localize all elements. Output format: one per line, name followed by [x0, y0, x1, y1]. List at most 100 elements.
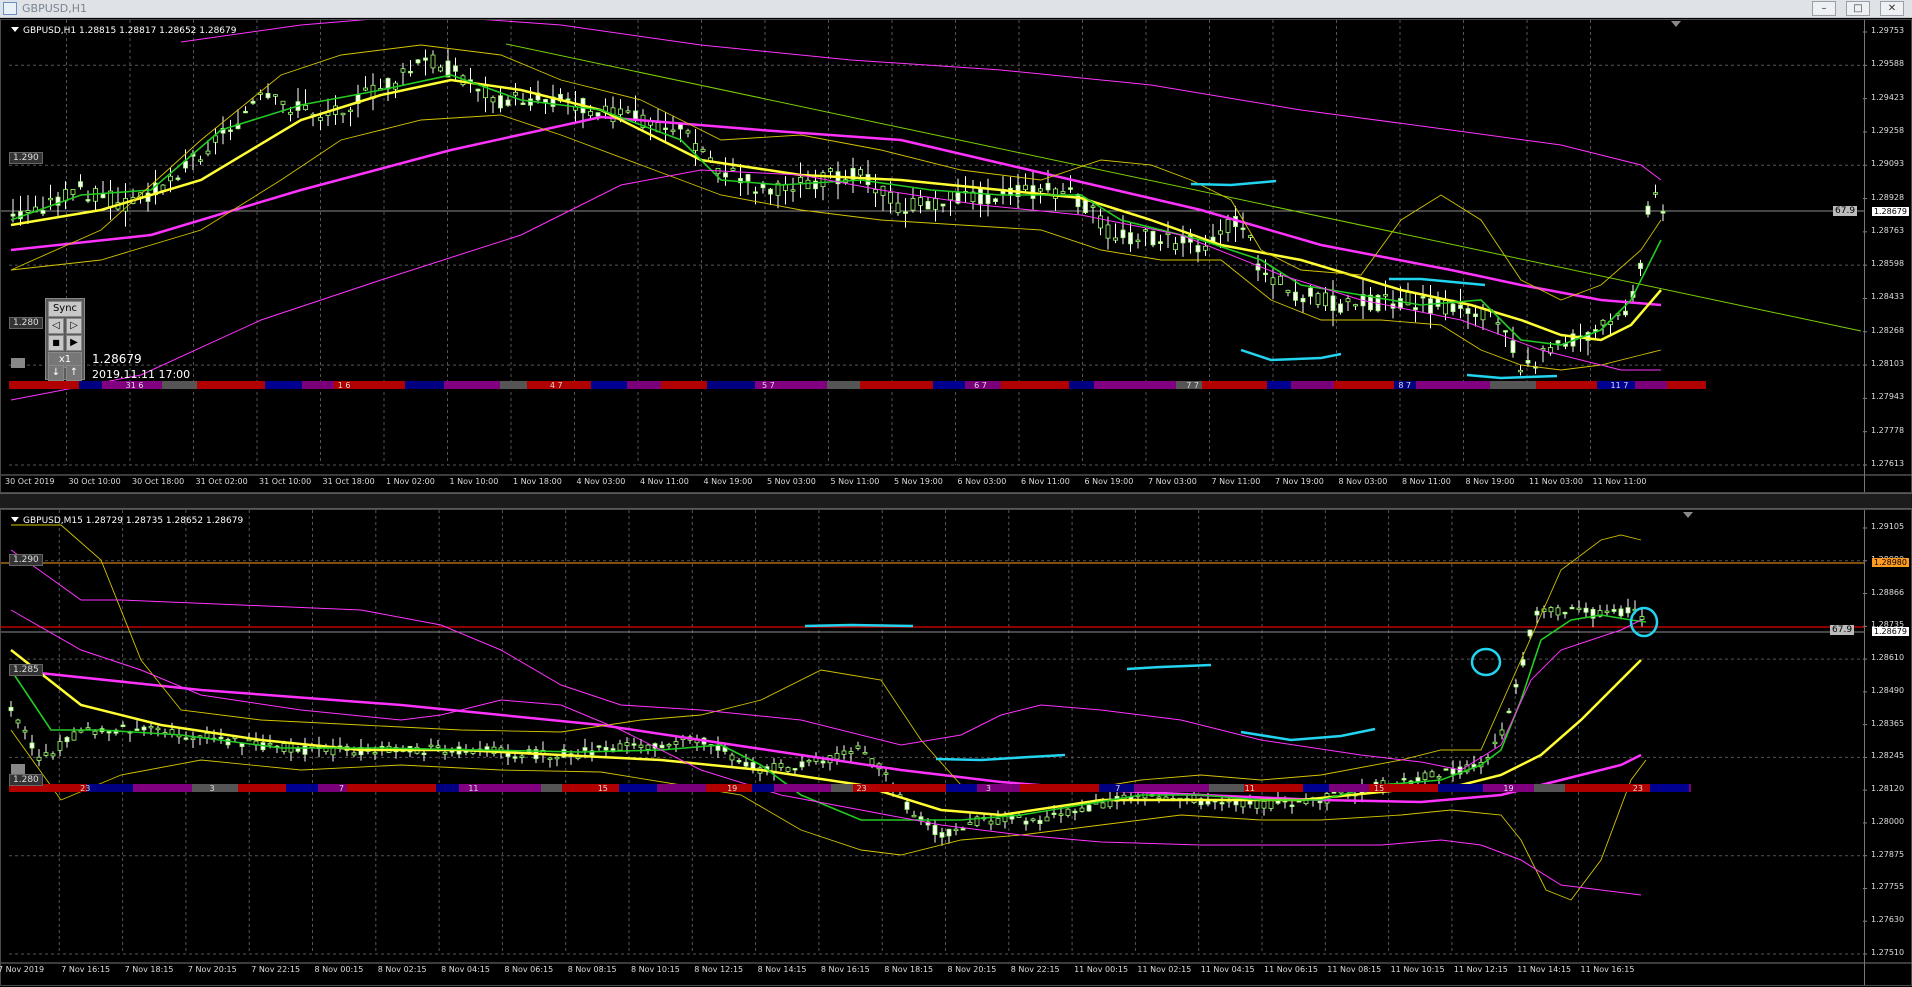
- time-label: 30 Oct 10:00: [68, 477, 121, 486]
- price-label: 1.29258: [1871, 125, 1905, 135]
- h1-candle: [535, 80, 541, 104]
- h1-candle: [175, 175, 181, 182]
- m15-candle: [1065, 807, 1071, 818]
- sync-button[interactable]: Sync: [48, 301, 82, 317]
- price-label: 1.28866: [1871, 587, 1905, 597]
- h1-candle: [1308, 284, 1313, 305]
- h1-candle: [1473, 304, 1478, 327]
- time-label: 6 Nov 11:00: [1021, 477, 1070, 486]
- m15-price-chart[interactable]: 23 3 7 11 15 19 23 3 7 11 15 19 23: [1, 510, 1912, 987]
- session-label: 15: [1374, 784, 1384, 793]
- m15-candle: [218, 728, 224, 744]
- chart-pane-h1[interactable]: 31 6 1 6 4 7 5 7 6 7 7 7 8 7 11 7 GBPUSD,H1 1.2…: [0, 19, 1912, 493]
- m15-candle: [302, 737, 308, 762]
- h1-level-label-1290: 1.290: [9, 152, 43, 164]
- m15-candle: [505, 744, 511, 765]
- sync-info-price: 1.28679: [92, 352, 142, 366]
- m15-candle: [239, 743, 245, 756]
- h1-candle: [1330, 280, 1336, 327]
- m15-candle: [15, 718, 21, 729]
- price-label: 1.27510: [1871, 948, 1905, 957]
- h1-candle: [520, 92, 526, 105]
- h1-price-axis[interactable]: 1.29753 1.29588 1.29423 1.29258 1.29093 1.289…: [1864, 20, 1911, 492]
- close-button[interactable]: ✕: [1880, 1, 1904, 16]
- chart-window-icon: [3, 2, 17, 15]
- scroll-square-icon[interactable]: [11, 358, 25, 368]
- h1-candle: [1105, 216, 1111, 250]
- h1-candle: [850, 157, 856, 194]
- speed-up-icon[interactable]: ↑: [66, 365, 82, 381]
- h1-price-chart[interactable]: 31 6 1 6 4 7 5 7 6 7 7 7 8 7 11 7: [1, 20, 1912, 494]
- m15-candle: [1506, 707, 1512, 714]
- h1-candle: [1285, 289, 1291, 297]
- time-label: 31 Oct 02:00: [195, 477, 248, 486]
- step-back-button[interactable]: ◁: [48, 318, 64, 334]
- h1-candle: [1345, 294, 1351, 312]
- h1-candle: [1360, 278, 1366, 320]
- dropdown-triangle-icon[interactable]: [11, 517, 19, 522]
- h1-candle: [1030, 171, 1036, 210]
- m15-price-axis[interactable]: 1.291051.289801.288661.287351.286101.284…: [1864, 510, 1911, 985]
- h1-candle: [93, 185, 98, 212]
- h1-candle: [378, 78, 383, 91]
- m15-candle: [36, 749, 42, 767]
- m15-candle: [1576, 600, 1582, 613]
- m15-candle: [659, 741, 665, 749]
- h1-candle: [100, 180, 106, 199]
- time-label: 1 Nov 02:00: [386, 477, 435, 486]
- maximize-button[interactable]: □: [1846, 1, 1870, 16]
- h1-candle: [1135, 233, 1141, 249]
- m15-candle: [260, 734, 266, 753]
- h1-candle: [903, 198, 908, 228]
- m15-candle: [862, 745, 868, 755]
- session-label: 8 7: [1398, 381, 1411, 390]
- h1-candle: [123, 183, 128, 227]
- session-label: 11: [1245, 784, 1255, 793]
- chart-pane-m15[interactable]: 23 3 7 11 15 19 23 3 7 11 15 19 23 GBPUSD,M15 1.2872…: [0, 509, 1912, 986]
- h1-candle: [820, 169, 826, 201]
- pane-divider[interactable]: [0, 493, 1912, 509]
- m15-candle: [1030, 817, 1036, 823]
- m15-candle: [729, 752, 735, 767]
- stop-button[interactable]: ■: [48, 335, 64, 351]
- session-label: 11: [468, 784, 478, 793]
- m15-candle: [1499, 722, 1505, 740]
- h1-current-price-tag: 1.28679: [1871, 207, 1909, 216]
- h1-candle: [1098, 208, 1103, 236]
- m15-candle: [43, 743, 49, 757]
- time-label: 7 Nov 22:15: [251, 965, 301, 974]
- sync-info-time: 2019.11.11 17:00: [92, 368, 191, 381]
- session-label: 6 7: [974, 381, 987, 390]
- h1-candle: [858, 166, 863, 184]
- m15-candle: [834, 746, 840, 765]
- dropdown-triangle-icon[interactable]: [11, 27, 19, 32]
- h1-candle: [895, 192, 901, 216]
- m15-candle: [715, 736, 721, 758]
- price-label: 1.28610: [1871, 653, 1905, 663]
- minimize-button[interactable]: –: [1812, 1, 1836, 16]
- h1-lower-band: [10, 114, 1662, 371]
- m15-candle: [1429, 769, 1435, 778]
- speed-down-icon[interactable]: ↓: [48, 365, 64, 381]
- h1-candle: [78, 174, 83, 190]
- step-forward-button[interactable]: ▷: [66, 318, 82, 334]
- scroll-square-icon[interactable]: [11, 764, 25, 774]
- chart-shift-icon[interactable]: [1671, 21, 1681, 27]
- m15-chart-header: GBPUSD,M15 1.28729 1.28735 1.28652 1.286…: [11, 516, 243, 526]
- chart-shift-icon[interactable]: [1683, 512, 1693, 518]
- time-label: 5 Nov 11:00: [830, 477, 880, 486]
- price-label: 1.28763: [1871, 225, 1905, 235]
- m15-candle: [1562, 611, 1568, 619]
- h1-candle: [445, 48, 451, 78]
- price-label: 1.29753: [1871, 26, 1905, 35]
- price-label: 1.28490: [1871, 685, 1905, 695]
- price-label: 1.29105: [1871, 522, 1905, 531]
- play-button[interactable]: ▶: [66, 335, 82, 351]
- price-label: 1.29423: [1871, 92, 1905, 102]
- h1-candle: [1053, 187, 1058, 211]
- h1-candle: [1435, 291, 1441, 310]
- price-label: 1.27778: [1871, 425, 1905, 435]
- m15-candle: [848, 747, 854, 762]
- h1-candle: [805, 170, 811, 190]
- time-label: 7 Nov 11:00: [1211, 477, 1261, 486]
